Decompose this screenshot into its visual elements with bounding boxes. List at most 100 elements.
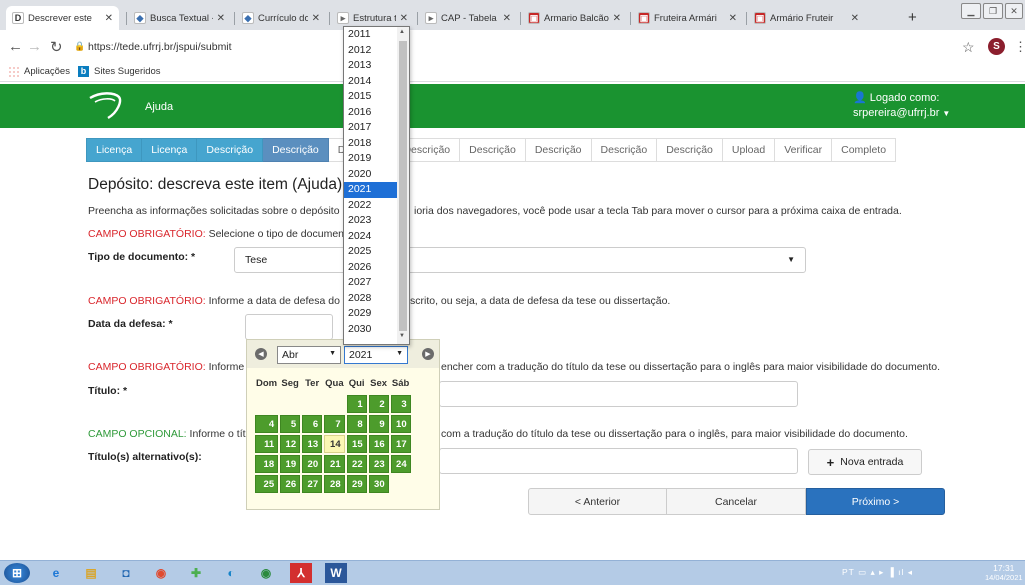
outlook-icon[interactable]: ◘ bbox=[115, 563, 137, 583]
browser-tab[interactable]: ◆ Currículo do Sis ✕ bbox=[236, 6, 326, 30]
year-option[interactable]: 2012 bbox=[344, 43, 397, 59]
year-option[interactable]: 2019 bbox=[344, 151, 397, 167]
scroll-thumb[interactable] bbox=[399, 41, 407, 331]
calendar-day[interactable]: 26 bbox=[280, 475, 301, 493]
file-explorer-icon[interactable]: ▤ bbox=[80, 563, 102, 583]
calendar-day[interactable]: 2 bbox=[368, 395, 389, 413]
add-entry-button[interactable]: + Nova entrada bbox=[808, 449, 922, 475]
calendar-day[interactable]: 12 bbox=[280, 435, 301, 453]
close-tab-icon[interactable]: ✕ bbox=[613, 13, 621, 24]
calendar-day[interactable]: 7 bbox=[324, 415, 345, 433]
url-field[interactable]: https://tede.ufrrj.br/jspui/submit bbox=[88, 41, 232, 53]
year-option[interactable]: 2013 bbox=[344, 58, 397, 74]
calendar-day[interactable]: 3 bbox=[390, 395, 411, 413]
year-option[interactable]: 2023 bbox=[344, 213, 397, 229]
calendar-day[interactable]: 23 bbox=[368, 455, 389, 473]
calendar-day[interactable]: 24 bbox=[390, 455, 411, 473]
calendar-day[interactable]: 18 bbox=[255, 455, 279, 473]
year-option[interactable]: 2030 bbox=[344, 322, 397, 338]
defense-date-input[interactable] bbox=[245, 314, 333, 340]
calendar-day[interactable]: 16 bbox=[368, 435, 389, 453]
calendar-day[interactable]: 14 bbox=[324, 435, 345, 453]
year-option[interactable]: 2021 bbox=[344, 182, 397, 198]
scroll-down-icon[interactable]: ▼ bbox=[399, 333, 405, 339]
menu-kebab-icon[interactable]: ⋮ bbox=[1014, 39, 1025, 55]
calendar-day[interactable]: 30 bbox=[368, 475, 389, 493]
browser-tab[interactable]: ▸ CAP - Tabela Ta ✕ bbox=[419, 6, 517, 30]
close-tab-icon[interactable]: ✕ bbox=[312, 13, 320, 24]
close-tab-icon[interactable]: ✕ bbox=[503, 13, 511, 24]
ufrrj-logo-icon[interactable] bbox=[86, 88, 124, 122]
calendar-day[interactable]: 4 bbox=[255, 415, 279, 433]
year-option[interactable]: 2025 bbox=[344, 244, 397, 260]
year-option[interactable]: 2017 bbox=[344, 120, 397, 136]
start-button-icon[interactable]: ⊞ bbox=[4, 563, 30, 583]
chrome-profile-icon[interactable]: ◉ bbox=[255, 563, 277, 583]
calendar-day[interactable]: 15 bbox=[346, 435, 367, 453]
title-input[interactable] bbox=[439, 381, 798, 407]
previous-button[interactable]: < Anterior bbox=[528, 488, 667, 515]
calendar-day[interactable]: 9 bbox=[368, 415, 389, 433]
edge-icon[interactable]: ◐ bbox=[220, 563, 242, 583]
next-month-icon[interactable]: ▶ bbox=[422, 348, 434, 360]
bookmark-suggested-sites[interactable]: b Sites Sugeridos bbox=[78, 66, 161, 77]
next-button[interactable]: Próximo > bbox=[806, 488, 945, 515]
step-2[interactable]: Licença bbox=[142, 138, 198, 162]
year-option[interactable]: 2016 bbox=[344, 105, 397, 121]
maximize-button[interactable]: ❐ bbox=[983, 3, 1003, 19]
calendar-day[interactable]: 20 bbox=[302, 455, 323, 473]
close-tab-icon[interactable]: ✕ bbox=[729, 13, 737, 24]
browser-tab[interactable]: ◆ Busca Textual - ✕ bbox=[128, 6, 231, 30]
calendar-day[interactable]: 25 bbox=[255, 475, 279, 493]
forward-icon[interactable]: → bbox=[27, 38, 42, 55]
calendar-day[interactable]: 19 bbox=[280, 455, 301, 473]
new-tab-button[interactable]: + bbox=[908, 9, 917, 26]
year-option[interactable]: 2011 bbox=[344, 27, 397, 43]
close-tab-icon[interactable]: ✕ bbox=[851, 13, 859, 24]
browser-tab[interactable]: ▣ Armario Balcão ✕ bbox=[522, 6, 627, 30]
year-option[interactable]: 2022 bbox=[344, 198, 397, 214]
cancel-button[interactable]: Cancelar bbox=[667, 488, 806, 515]
app-icon[interactable]: ✚ bbox=[185, 563, 207, 583]
reload-icon[interactable]: ↻ bbox=[50, 38, 63, 56]
calendar-day[interactable]: 8 bbox=[346, 415, 367, 433]
profile-avatar[interactable]: S bbox=[988, 38, 1005, 55]
calendar-day[interactable]: 11 bbox=[255, 435, 279, 453]
browser-tab[interactable]: ▣ Armário Fruteir ✕ bbox=[748, 6, 865, 30]
bookmark-star-icon[interactable]: ☆ bbox=[962, 39, 975, 56]
year-select[interactable]: 2021 ▼ bbox=[344, 346, 408, 364]
system-tray[interactable]: PT ▭ ▴ ▸ ▐ ıl ◂ bbox=[842, 567, 913, 578]
word-icon[interactable]: W bbox=[325, 563, 347, 583]
calendar-day[interactable]: 27 bbox=[302, 475, 323, 493]
prev-month-icon[interactable]: ◀ bbox=[255, 348, 267, 360]
calendar-day[interactable]: 29 bbox=[346, 475, 367, 493]
step-1[interactable]: Licença bbox=[86, 138, 143, 162]
calendar-day[interactable]: 21 bbox=[324, 455, 345, 473]
year-option[interactable]: 2024 bbox=[344, 229, 397, 245]
calendar-day[interactable]: 17 bbox=[390, 435, 411, 453]
year-option[interactable]: 2020 bbox=[344, 167, 397, 183]
chrome-icon[interactable]: ◉ bbox=[150, 563, 172, 583]
calendar-day[interactable]: 28 bbox=[324, 475, 345, 493]
doc-type-select[interactable]: Tese ▼ bbox=[234, 247, 806, 273]
year-option[interactable]: 2018 bbox=[344, 136, 397, 152]
help-link[interactable]: Ajuda bbox=[145, 101, 173, 113]
close-tab-icon[interactable]: ✕ bbox=[105, 13, 113, 24]
year-option[interactable]: 2026 bbox=[344, 260, 397, 276]
close-tab-icon[interactable]: ✕ bbox=[217, 13, 225, 24]
step-4[interactable]: Descrição bbox=[263, 138, 329, 162]
browser-tab[interactable]: ▣ Fruteira Armári ✕ bbox=[632, 6, 743, 30]
back-icon[interactable]: ← bbox=[8, 38, 23, 55]
close-window-button[interactable]: ✕ bbox=[1005, 3, 1023, 19]
year-option[interactable]: 2014 bbox=[344, 74, 397, 90]
year-option[interactable]: 2028 bbox=[344, 291, 397, 307]
minimize-button[interactable]: ▁ bbox=[961, 3, 981, 19]
calendar-day[interactable]: 22 bbox=[346, 455, 367, 473]
calendar-day[interactable]: 5 bbox=[280, 415, 301, 433]
step-3[interactable]: Descrição bbox=[197, 138, 264, 162]
calendar-day[interactable]: 6 bbox=[302, 415, 323, 433]
calendar-day[interactable]: 10 bbox=[390, 415, 411, 433]
acrobat-icon[interactable]: ⅄ bbox=[290, 563, 312, 583]
close-tab-icon[interactable]: ✕ bbox=[400, 13, 408, 24]
year-option[interactable]: 2029 bbox=[344, 306, 397, 322]
